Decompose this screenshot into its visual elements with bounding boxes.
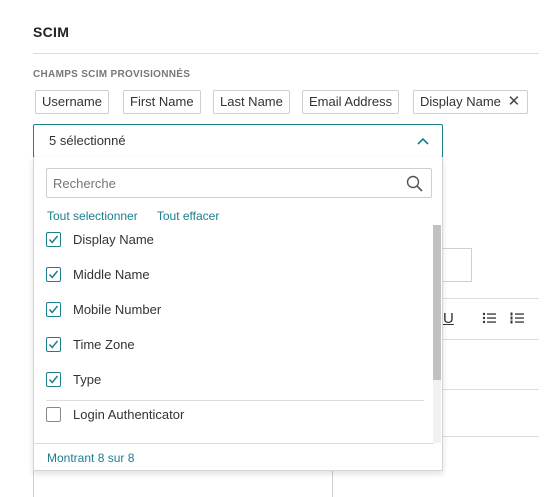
search-icon (406, 175, 423, 192)
option-label: Time Zone (73, 337, 135, 352)
chevron-up-icon (417, 137, 429, 145)
checkbox-checked[interactable] (46, 337, 61, 352)
scrollbar-thumb[interactable] (433, 225, 441, 380)
background-divider (440, 436, 539, 437)
chip-display-name: Display Name ✕ (413, 90, 528, 114)
background-divider (440, 298, 539, 299)
checkmark-icon (48, 375, 59, 384)
scim-fields-select[interactable]: 5 sélectionné (33, 124, 443, 158)
scim-settings-page: SCIM CHAMPS SCIM PROVISIONNÉS Username F… (0, 0, 551, 497)
option-label: Mobile Number (73, 302, 162, 317)
chip-last-name: Last Name (213, 90, 290, 114)
dropdown-scrollbar[interactable] (433, 225, 441, 443)
checkbox-checked[interactable] (46, 372, 61, 387)
numbered-list-icon[interactable] (510, 311, 524, 329)
checkbox-checked[interactable] (46, 267, 61, 282)
checkbox-checked[interactable] (46, 302, 61, 317)
chip-label: Display Name (420, 94, 501, 109)
checkmark-icon (48, 270, 59, 279)
select-all-link[interactable]: Tout selectionner (47, 209, 138, 223)
remove-chip-close-icon[interactable]: ✕ (507, 91, 521, 113)
option-label: Type (73, 372, 102, 387)
option-label: Login Authenticator (73, 407, 185, 422)
checkbox-unchecked[interactable] (46, 407, 61, 422)
underline-icon[interactable]: U (443, 310, 454, 327)
chip-first-name: First Name (123, 90, 201, 114)
checkmark-icon (48, 235, 59, 244)
option-label: Display Name (73, 232, 154, 247)
bullet-list-icon-glyph (482, 312, 496, 324)
background-divider (440, 339, 539, 340)
bulk-actions: Tout selectionner Tout effacer (47, 209, 235, 223)
checkmark-icon (48, 340, 59, 349)
search-input[interactable] (47, 169, 403, 197)
option-mobile-number[interactable]: Mobile Number (46, 293, 424, 328)
bullet-list-icon[interactable] (482, 311, 496, 329)
section-title: SCIM (33, 24, 70, 40)
option-label: Middle Name (73, 267, 150, 282)
options-list: Display Name Middle Name Mobile Number T… (34, 225, 434, 443)
option-time-zone[interactable]: Time Zone (46, 328, 424, 363)
option-type[interactable]: Type (46, 363, 424, 398)
checkbox-checked[interactable] (46, 232, 61, 247)
chip-label: Username (42, 94, 102, 109)
option-display-name[interactable]: Display Name (46, 225, 424, 258)
footer-divider (34, 443, 434, 444)
chip-email-address: Email Address (302, 90, 400, 114)
option-middle-name[interactable]: Middle Name (46, 258, 424, 293)
chip-label: First Name (130, 94, 194, 109)
section-divider (33, 53, 539, 54)
numbered-list-icon-glyph (510, 312, 524, 324)
field-label: CHAMPS SCIM PROVISIONNÉS (33, 69, 191, 80)
results-count: Montrant 8 sur 8 (47, 451, 135, 465)
select-dropdown-panel: Tout selectionner Tout effacer Display N… (33, 157, 443, 471)
background-divider (440, 389, 539, 390)
select-value: 5 sélectionné (49, 133, 126, 148)
background-input-field[interactable] (440, 248, 472, 282)
chip-username: Username (35, 90, 109, 114)
dropdown-search (46, 168, 432, 198)
clear-all-link[interactable]: Tout effacer (157, 209, 219, 223)
chip-label: Last Name (220, 94, 283, 109)
chip-label: Email Address (309, 94, 393, 109)
checkmark-icon (48, 305, 59, 314)
option-login-authenticator[interactable]: Login Authenticator (46, 398, 424, 433)
background-text-area[interactable] (33, 470, 333, 497)
